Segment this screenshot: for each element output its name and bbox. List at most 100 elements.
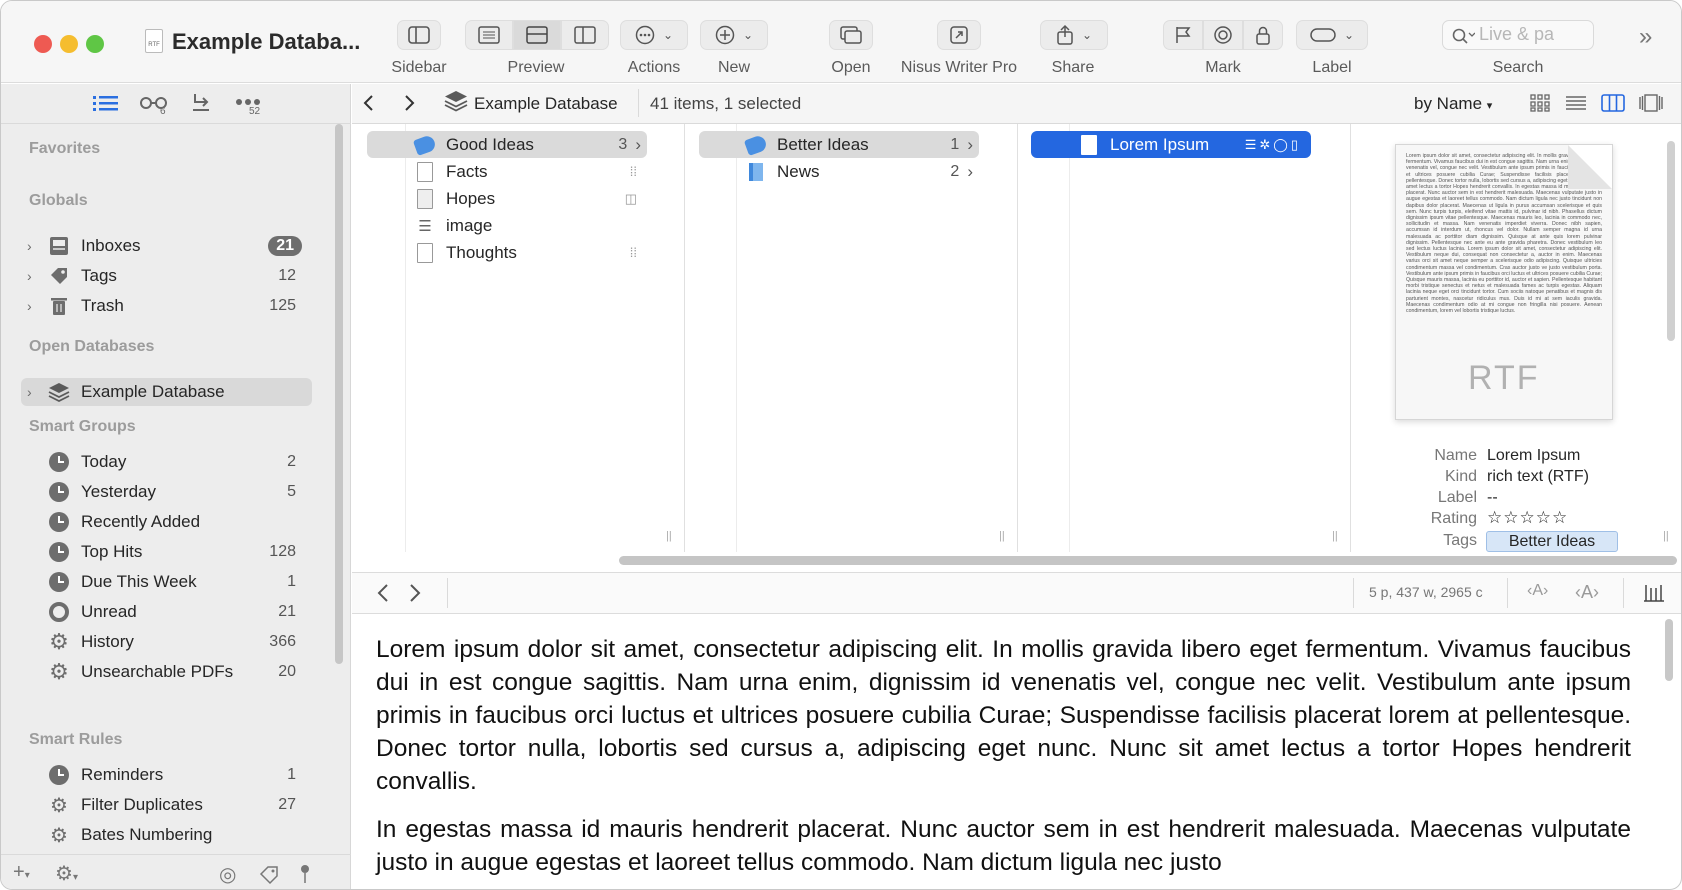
smart-group-unsearchable-pdfs[interactable]: ⚙ Unsearchable PDFs 20 xyxy=(21,658,312,686)
disclosure-chevron-icon[interactable]: › xyxy=(27,298,43,314)
view-split-segment[interactable] xyxy=(513,20,561,50)
browser-row[interactable]: Thoughts ⁞⁞ xyxy=(367,239,647,266)
sidebar-item-inboxes[interactable]: › Inboxes 21 xyxy=(21,232,312,260)
prop-label-value[interactable]: -- xyxy=(1487,489,1498,507)
column-view-icon[interactable] xyxy=(1601,94,1625,112)
prop-name-value[interactable]: Lorem Ipsum xyxy=(1487,447,1580,465)
smart-group-due-this-week[interactable]: Due This Week 1 xyxy=(21,568,312,596)
new-menu-button[interactable]: ⌄ xyxy=(700,20,768,50)
smart-group-unread[interactable]: Unread 21 xyxy=(21,598,312,626)
open-button[interactable] xyxy=(829,20,873,50)
gears-icon: ⚙ xyxy=(50,794,68,817)
smart-rule-filter-duplicates[interactable]: ⚙ Filter Duplicates 27 xyxy=(21,791,312,819)
tag-outline-icon[interactable] xyxy=(259,865,279,885)
disclosure-chevron-icon[interactable]: › xyxy=(27,238,43,254)
paragraph: Lorem ipsum dolor sit amet, consectetur … xyxy=(376,636,1631,795)
browser-row[interactable]: Better Ideas 1 › xyxy=(699,131,979,158)
sidebar-item-label: Recently Added xyxy=(81,512,201,531)
tag-chip[interactable]: Better Ideas xyxy=(1486,531,1618,552)
search-field[interactable]: Live & pa xyxy=(1442,20,1594,50)
search-label: Search xyxy=(1492,59,1544,76)
decrease-font-icon[interactable]: ‹A› xyxy=(1527,582,1548,600)
chevron-right-icon: › xyxy=(967,134,973,154)
minimize-window-button[interactable] xyxy=(60,35,78,53)
browser-row[interactable]: ☰ image xyxy=(367,212,647,239)
document-scrollbar[interactable] xyxy=(1665,619,1673,681)
browser-row-selected[interactable]: Lorem Ipsum ☰✲◯▯ xyxy=(1031,131,1311,158)
browser-row[interactable]: News 2 › xyxy=(699,158,979,185)
smart-rule-bates-numbering[interactable]: ⚙ Bates Numbering xyxy=(21,821,312,849)
sidebar-toggle-button[interactable] xyxy=(397,20,441,50)
pin-icon[interactable] xyxy=(299,864,311,884)
document-thumbnail[interactable]: Lorem ipsum dolor sit amet, consectetur … xyxy=(1395,144,1613,420)
back-icon[interactable] xyxy=(362,94,376,112)
smart-group-recently-added[interactable]: Recently Added xyxy=(21,508,312,536)
browser-row[interactable]: Hopes ◫ xyxy=(367,185,647,212)
flag-segment[interactable] xyxy=(1163,20,1203,50)
view-widescreen-segment[interactable] xyxy=(561,20,609,50)
sort-menu[interactable]: by Name ▾ xyxy=(1414,94,1492,114)
zoom-window-button[interactable] xyxy=(86,35,104,53)
target-icon[interactable]: ◎ xyxy=(219,862,236,887)
clock-icon xyxy=(47,511,71,533)
browser-horizontal-scrollbar[interactable] xyxy=(619,556,1677,565)
sidebar: 6 52 Favorites Globals › Inboxes 21 › Ta… xyxy=(1,84,351,889)
more-icon[interactable] xyxy=(235,98,261,106)
view-list-segment[interactable] xyxy=(465,20,513,50)
smart-rule-reminders[interactable]: Reminders 1 xyxy=(21,761,312,789)
row-count: 3 xyxy=(618,135,628,153)
history-back-icon[interactable] xyxy=(376,583,390,603)
browser-row[interactable]: Good Ideas 3 › xyxy=(367,131,647,158)
label-label: Label xyxy=(1312,59,1352,76)
disclosure-chevron-icon[interactable]: › xyxy=(27,384,43,400)
split-view-icon xyxy=(526,26,548,44)
history-forward-icon[interactable] xyxy=(408,583,422,603)
document-body[interactable]: Lorem ipsum dolor sit amet, consectetur … xyxy=(376,633,1631,889)
column-resize-handle[interactable]: || xyxy=(1663,530,1669,542)
breadcrumb[interactable]: Example Database xyxy=(474,94,618,114)
column-resize-handle[interactable]: || xyxy=(666,530,672,542)
search-icon xyxy=(1452,28,1475,44)
import-icon[interactable] xyxy=(191,92,211,112)
icon-view-icon[interactable] xyxy=(1530,94,1550,112)
increase-font-icon[interactable]: ‹A› xyxy=(1575,582,1599,603)
list-view-icon[interactable] xyxy=(1565,95,1587,111)
add-icon[interactable]: +▾ xyxy=(13,861,30,884)
disclosure-chevron-icon[interactable]: › xyxy=(27,268,43,284)
thumbnail-kind-label: RTF xyxy=(1468,359,1540,397)
sidebar-item-trash[interactable]: › Trash 125 xyxy=(21,292,312,320)
actions-menu-button[interactable]: ⌄ xyxy=(620,20,688,50)
rating-stars[interactable]: ☆☆☆☆☆ xyxy=(1487,508,1568,528)
column-resize-handle[interactable]: || xyxy=(1332,530,1338,542)
toolbar-overflow-icon[interactable]: » xyxy=(1639,23,1652,51)
sidebar-item-label: Inboxes xyxy=(81,236,141,255)
preview-segmented-control[interactable] xyxy=(465,20,609,50)
column-resize-handle[interactable]: || xyxy=(999,530,1005,542)
smart-group-top-hits[interactable]: Top Hits 128 xyxy=(21,538,312,566)
proxy-badge-text: RTF xyxy=(148,42,160,48)
mark-segmented-control[interactable] xyxy=(1163,20,1283,50)
open-in-nisus-button[interactable] xyxy=(937,20,981,50)
smart-group-history[interactable]: ⚙ History 366 xyxy=(21,628,312,656)
row-label: Lorem Ipsum xyxy=(1110,134,1210,154)
smart-group-yesterday[interactable]: Yesterday 5 xyxy=(21,478,312,506)
share-menu-button[interactable]: ⌄ xyxy=(1040,20,1108,50)
sidebar-item-tags[interactable]: › Tags 12 xyxy=(21,262,312,290)
lock-segment[interactable] xyxy=(1243,20,1283,50)
sidebar-item-example-database[interactable]: › Example Database xyxy=(21,378,312,406)
close-window-button[interactable] xyxy=(34,35,52,53)
format-bar-icon[interactable] xyxy=(1643,583,1665,603)
inspector-scrollbar[interactable] xyxy=(1667,141,1675,341)
document-proxy-icon[interactable]: RTF xyxy=(145,29,163,53)
smart-group-today[interactable]: Today 2 xyxy=(21,448,312,476)
sidebar-scrollbar[interactable] xyxy=(335,124,343,664)
browser-row[interactable]: Facts ⁞⁞ xyxy=(367,158,647,185)
selection-status: 41 items, 1 selected xyxy=(650,94,802,113)
sidebar-icon xyxy=(408,26,430,44)
navigate-list-icon[interactable] xyxy=(93,94,119,114)
gear-icon[interactable]: ⚙▾ xyxy=(55,861,78,886)
label-menu-button[interactable]: ⌄ xyxy=(1296,20,1368,50)
forward-icon[interactable] xyxy=(402,94,416,112)
unread-segment[interactable] xyxy=(1203,20,1243,50)
cover-flow-icon[interactable] xyxy=(1638,94,1664,112)
